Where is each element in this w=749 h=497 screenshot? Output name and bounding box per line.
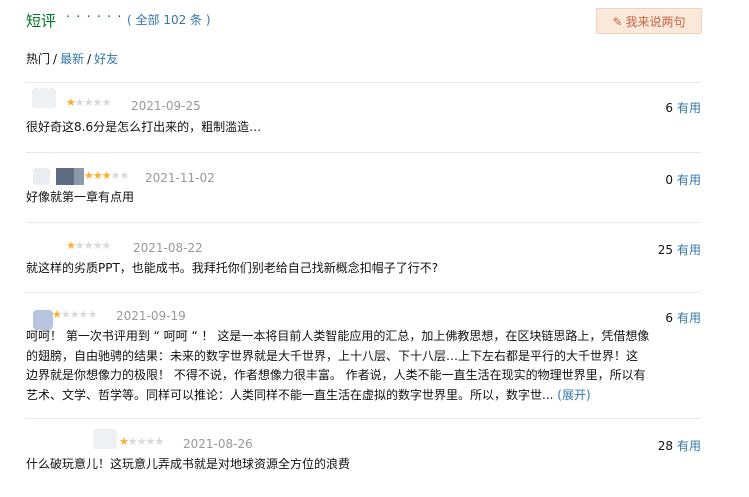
- divider: [26, 418, 701, 419]
- title-dots: · · · · · ·: [66, 10, 123, 25]
- comment-text-line: 呵呵！ 第一次书评用到 “ 呵呵 “ ！ 这是一本将目前人类智能应用的汇总，加上…: [26, 329, 650, 343]
- comment-text-line: 艺术、文学、哲学等。同样可以推论：人类同样不能一直生活在虚拟的数字世界里。所以，…: [26, 387, 558, 402]
- star-filled-icon: ★: [66, 96, 76, 109]
- comment-text: 好像就第一章有点用: [26, 190, 135, 204]
- avatar-part: [93, 429, 117, 449]
- rating-stars: ★★★★★: [84, 169, 130, 182]
- avatar[interactable]: [32, 88, 56, 108]
- divider: [26, 222, 701, 223]
- avatar[interactable]: [33, 168, 50, 185]
- filter-hot[interactable]: 热门: [26, 52, 50, 66]
- star-empty-icon: ★: [127, 435, 138, 448]
- star-empty-icon: ★: [101, 239, 112, 252]
- filter-separator: /: [87, 52, 92, 66]
- comment-item: ★★★★★ 2021-09-19 6 有用 呵呵！ 第一次书评用到 “ 呵呵 “ …: [26, 300, 701, 410]
- star-empty-icon: ★: [60, 308, 71, 321]
- star-filled-icon: ★: [84, 169, 94, 182]
- useful-label[interactable]: 有用: [677, 439, 701, 453]
- rating-stars: ★★★★★: [66, 239, 112, 252]
- section-title: 短评: [26, 12, 57, 30]
- rating-stars: ★★★★★: [119, 435, 165, 448]
- rating-stars: ★★★★★: [66, 96, 112, 109]
- comment-text: 呵呵！ 第一次书评用到 “ 呵呵 “ ！ 这是一本将目前人类智能应用的汇总，加上…: [26, 327, 701, 405]
- filter-separator: /: [53, 52, 58, 66]
- count-number[interactable]: 102: [163, 13, 186, 27]
- useful-vote-button[interactable]: 25 有用: [658, 241, 701, 258]
- rating-stars: ★★★★★: [52, 308, 98, 321]
- all-comments-link[interactable]: ( 全部 102 条 ): [127, 11, 211, 28]
- useful-vote-button[interactable]: 0 有用: [665, 171, 701, 188]
- comment-item: ★★★★★ 2021-08-22 25 有用 就这样的劣质PPT，也能成书。我拜托…: [26, 230, 701, 286]
- useful-label[interactable]: 有用: [677, 173, 701, 187]
- useful-vote-button[interactable]: 6 有用: [665, 99, 701, 116]
- comments-header: 短评 · · · · · · ( 全部 102 条 ) ✎ 我来说两句: [26, 8, 702, 34]
- useful-label[interactable]: 有用: [677, 311, 701, 325]
- avatar-part: [56, 168, 74, 185]
- divider: [26, 82, 701, 83]
- expand-link[interactable]: (展开): [557, 388, 590, 402]
- useful-vote-button[interactable]: 28 有用: [658, 437, 701, 454]
- star-empty-icon: ★: [74, 239, 85, 252]
- star-empty-icon: ★: [83, 96, 94, 109]
- sort-filters: 热门 / 最新 / 好友: [26, 50, 118, 67]
- star-filled-icon: ★: [66, 239, 76, 252]
- vote-count: 28: [657, 439, 673, 453]
- star-empty-icon: ★: [83, 239, 94, 252]
- star-empty-icon: ★: [154, 435, 165, 448]
- star-empty-icon: ★: [92, 96, 103, 109]
- comment-text-line: 的翅膀，自由驰骋的结果：未来的数字世界就是大千世界，上十八层、下十八层…上下左右…: [26, 348, 639, 363]
- avatar[interactable]: [26, 435, 36, 449]
- useful-label[interactable]: 有用: [677, 243, 701, 257]
- comment-text-line-last: 艺术、文学、哲学等。同样可以推论：人类同样不能一直生活在虚拟的数字世界里。所以，…: [26, 386, 701, 406]
- star-empty-icon: ★: [74, 96, 85, 109]
- star-filled-icon: ★: [92, 169, 103, 182]
- comment-text: 就这样的劣质PPT，也能成书。我拜托你们别老给自己找新概念扣帽子了行不?: [26, 261, 439, 275]
- write-comment-button[interactable]: ✎ 我来说两句: [596, 8, 702, 34]
- vote-count: 25: [657, 243, 673, 257]
- count-suffix[interactable]: 条 ): [186, 13, 211, 27]
- star-empty-icon: ★: [69, 308, 80, 321]
- star-empty-icon: ★: [110, 169, 121, 182]
- vote-count: 0: [665, 173, 673, 187]
- vote-count: 6: [665, 101, 673, 115]
- star-empty-icon: ★: [136, 435, 147, 448]
- divider: [26, 152, 701, 153]
- filter-friends[interactable]: 好友: [94, 52, 118, 66]
- comment-text: 什么破玩意儿！这玩意儿弄成书就是对地球资源全方位的浪费: [26, 457, 351, 471]
- star-filled-icon: ★: [101, 169, 112, 182]
- comment-text: 很好奇这8.6分是怎么打出来的，粗制滥造…: [26, 120, 262, 134]
- comment-date: 2021-11-02: [145, 171, 215, 185]
- count-prefix[interactable]: ( 全部: [127, 13, 163, 27]
- comment-date: 2021-08-26: [183, 437, 253, 451]
- comment-item: ★★★★★ 2021-11-02 0 有用 好像就第一章有点用: [26, 160, 701, 216]
- star-empty-icon: ★: [78, 308, 89, 321]
- comment-item: ★★★★★ 2021-09-25 6 有用 很好奇这8.6分是怎么打出来的，粗制滥…: [26, 88, 701, 144]
- star-empty-icon: ★: [92, 239, 103, 252]
- star-filled-icon: ★: [52, 308, 62, 321]
- comment-date: 2021-08-22: [133, 241, 203, 255]
- star-empty-icon: ★: [119, 169, 130, 182]
- useful-vote-button[interactable]: 6 有用: [665, 309, 701, 326]
- write-comment-label[interactable]: 我来说两句: [626, 15, 686, 29]
- vote-count: 6: [665, 311, 673, 325]
- comment-item: ★★★★★ 2021-08-26 28 有用 什么破玩意儿！这玩意儿弄成书就是对地…: [26, 426, 701, 482]
- star-empty-icon: ★: [101, 96, 112, 109]
- comment-text-line: 边界就是你想像力的极限！ 不得不说，作者想像力很丰富。 作者说，人类不能一直生活…: [26, 368, 646, 382]
- star-empty-icon: ★: [145, 435, 156, 448]
- comment-date: 2021-09-25: [131, 99, 201, 113]
- avatar-part: [74, 168, 84, 185]
- comment-date: 2021-09-19: [116, 309, 186, 323]
- divider: [26, 292, 701, 293]
- useful-label[interactable]: 有用: [677, 101, 701, 115]
- filter-latest[interactable]: 最新: [60, 52, 84, 66]
- star-filled-icon: ★: [119, 435, 129, 448]
- avatar[interactable]: [34, 236, 64, 254]
- pencil-icon: ✎: [612, 15, 623, 29]
- star-empty-icon: ★: [87, 308, 98, 321]
